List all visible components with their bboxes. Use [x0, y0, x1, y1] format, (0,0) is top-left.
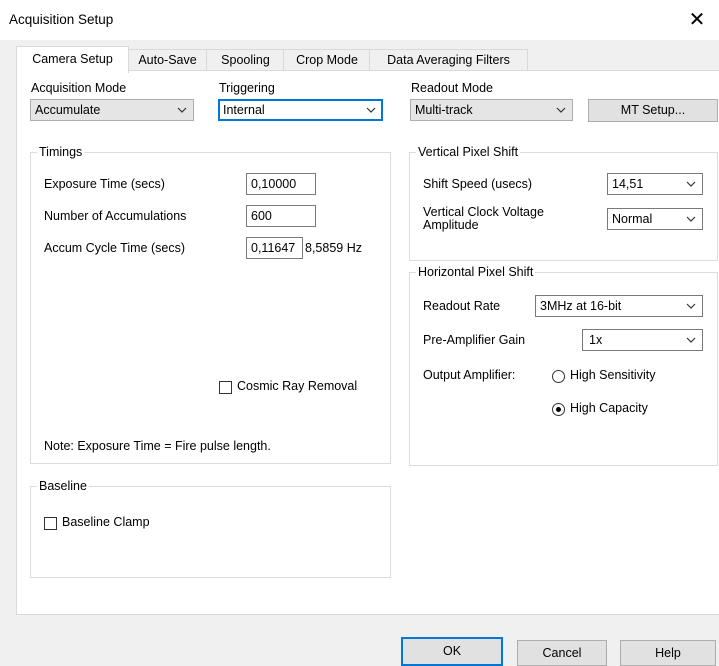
readout-rate-label: Readout Rate [423, 299, 501, 313]
tab-auto-save[interactable]: Auto-Save [127, 49, 208, 71]
chevron-down-icon [686, 337, 696, 343]
tab-crop-mode[interactable]: Crop Mode [283, 49, 371, 71]
cancel-button[interactable]: Cancel [517, 640, 607, 666]
acquisition-mode-select[interactable]: Accumulate [30, 99, 194, 121]
ok-button[interactable]: OK [401, 637, 503, 666]
exposure-time-label: Exposure Time (secs) [44, 177, 165, 191]
triggering-value: Internal [223, 103, 265, 117]
accumulations-input[interactable]: 600 [246, 205, 316, 227]
readout-mode-select[interactable]: Multi-track [410, 99, 573, 121]
readout-mode-value: Multi-track [415, 103, 473, 117]
high-capacity-label: High Capacity [570, 401, 648, 415]
chevron-down-icon [686, 303, 696, 309]
readout-rate-value: 3MHz at 16-bit [540, 299, 622, 313]
triggering-label: Triggering [219, 81, 275, 95]
high-sensitivity-radio[interactable] [552, 370, 565, 383]
vertical-clock-voltage-label: Vertical Clock Voltage Amplitude [423, 205, 544, 232]
chevron-down-icon [556, 107, 566, 113]
shift-speed-value: 14,51 [612, 177, 644, 191]
vertical-clock-voltage-value: Normal [612, 212, 653, 226]
window-title: Acquisition Setup [9, 12, 114, 27]
chevron-down-icon [686, 181, 696, 187]
timings-title: Timings [37, 145, 85, 159]
pre-amplifier-gain-label: Pre-Amplifier Gain [423, 333, 526, 347]
pre-amplifier-gain-value: 1x [589, 333, 603, 347]
chevron-down-icon [177, 107, 187, 113]
tab-spooling[interactable]: Spooling [206, 49, 285, 71]
chevron-down-icon [366, 107, 376, 113]
high-capacity-radio[interactable] [552, 403, 565, 416]
help-button[interactable]: Help [620, 640, 716, 666]
high-sensitivity-label: High Sensitivity [570, 368, 656, 382]
baseline-clamp-label: Baseline Clamp [62, 515, 150, 529]
vertical-clock-voltage-select[interactable]: Normal [607, 208, 703, 230]
exposure-time-input[interactable]: 0,10000 [246, 173, 316, 195]
vertical-shift-title: Vertical Pixel Shift [416, 145, 521, 159]
vertical-shift-group: Vertical Pixel Shift Shift Speed (usecs)… [409, 145, 718, 261]
shift-speed-select[interactable]: 14,51 [607, 173, 703, 195]
triggering-select[interactable]: Internal [218, 99, 383, 121]
baseline-clamp-checkbox[interactable] [44, 517, 57, 530]
pre-amplifier-gain-select[interactable]: 1x [582, 329, 703, 351]
tab-panel: Acquisition Mode Accumulate Triggering I… [16, 70, 719, 615]
acquisition-mode-label: Acquisition Mode [31, 81, 127, 95]
cosmic-ray-checkbox[interactable] [219, 381, 232, 394]
cycle-frequency: 8,5859 Hz [305, 241, 362, 255]
close-icon[interactable]: ✕ [684, 7, 710, 33]
baseline-title: Baseline [37, 479, 89, 493]
cosmic-ray-label: Cosmic Ray Removal [237, 379, 358, 393]
horizontal-shift-group: Horizontal Pixel Shift Readout Rate 3MHz… [409, 265, 718, 466]
baseline-group: Baseline Baseline Clamp [30, 479, 391, 578]
readout-mode-label: Readout Mode [411, 81, 494, 95]
acquisition-mode-value: Accumulate [35, 103, 101, 117]
mt-setup-button[interactable]: MT Setup... [588, 99, 718, 122]
cycle-time-input[interactable]: 0,11647 [246, 237, 303, 259]
shift-speed-label: Shift Speed (usecs) [423, 177, 533, 191]
output-amplifier-label: Output Amplifier: [423, 368, 516, 382]
horizontal-shift-title: Horizontal Pixel Shift [416, 265, 536, 279]
tab-data-averaging-filters[interactable]: Data Averaging Filters [369, 49, 528, 71]
radio-selected-dot [556, 407, 561, 412]
chevron-down-icon [686, 216, 696, 222]
readout-rate-select[interactable]: 3MHz at 16-bit [535, 295, 703, 317]
cycle-time-label: Accum Cycle Time (secs) [44, 241, 185, 255]
timings-note: Note: Exposure Time = Fire pulse length. [44, 439, 271, 453]
accumulations-label: Number of Accumulations [44, 209, 187, 223]
tab-camera-setup[interactable]: Camera Setup [16, 46, 129, 73]
timings-group: Timings Exposure Time (secs) 0,10000 Num… [30, 145, 391, 464]
